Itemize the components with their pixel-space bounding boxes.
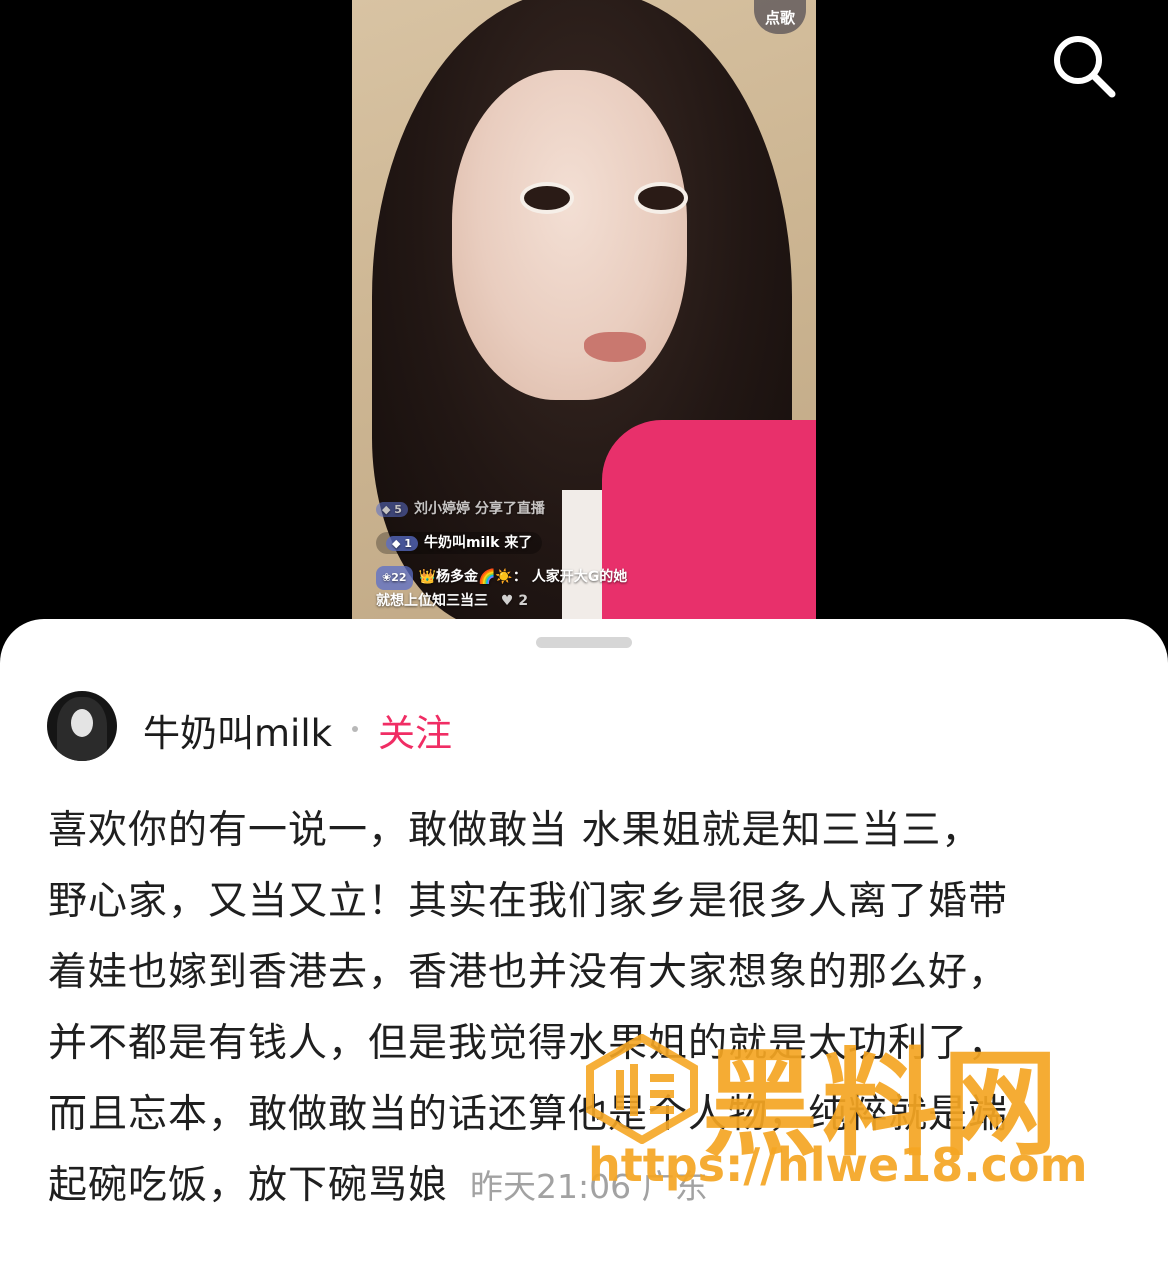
live-chat-message: ◆ 5 刘小婷婷 分享了直播 <box>376 498 545 518</box>
search-icon[interactable] <box>1050 32 1118 100</box>
video-person-eye <box>634 182 688 214</box>
level-badge: ❀22 <box>376 566 413 590</box>
like-count: ♥ 2 <box>500 593 529 609</box>
live-chat-message: ◆ 1 牛奶叫milk 来了 <box>376 532 543 554</box>
sheet-drag-handle[interactable] <box>536 637 632 648</box>
comment-text: 喜欢你的有一说一，敢做敢当 水果姐就是知三当三， 野心家，又当又立！其实在我们家… <box>48 808 1009 1208</box>
level-badge: ◆ 5 <box>376 502 408 517</box>
video-person-jacket <box>602 420 816 619</box>
level-badge: ◆ 1 <box>386 536 418 551</box>
video-person-mouth <box>584 332 646 362</box>
comment-sheet: 牛奶叫milk 关注 喜欢你的有一说一，敢做敢当 水果姐就是知三当三， 野心家，… <box>0 619 1168 1264</box>
avatar[interactable] <box>47 691 117 761</box>
comment-timestamp-location: 昨天21:06 广东 <box>470 1167 708 1206</box>
live-chat-message: ❀22 👑杨多金🌈☀️： 人家开大G的她 就想上位知三当三 ♥ 2 <box>376 566 627 612</box>
video-person-face <box>452 70 687 400</box>
follow-button[interactable]: 关注 <box>378 703 452 757</box>
separator-dot <box>352 726 358 732</box>
live-video-preview[interactable]: 点歌 ◆ 5 刘小婷婷 分享了直播 ◆ 1 牛奶叫milk 来了 ❀22 👑杨多金🌈☀… <box>352 0 816 619</box>
song-request-button[interactable]: 点歌 <box>754 0 806 34</box>
comment-username[interactable]: 牛奶叫milk <box>143 703 332 757</box>
video-person-eye <box>520 182 574 214</box>
